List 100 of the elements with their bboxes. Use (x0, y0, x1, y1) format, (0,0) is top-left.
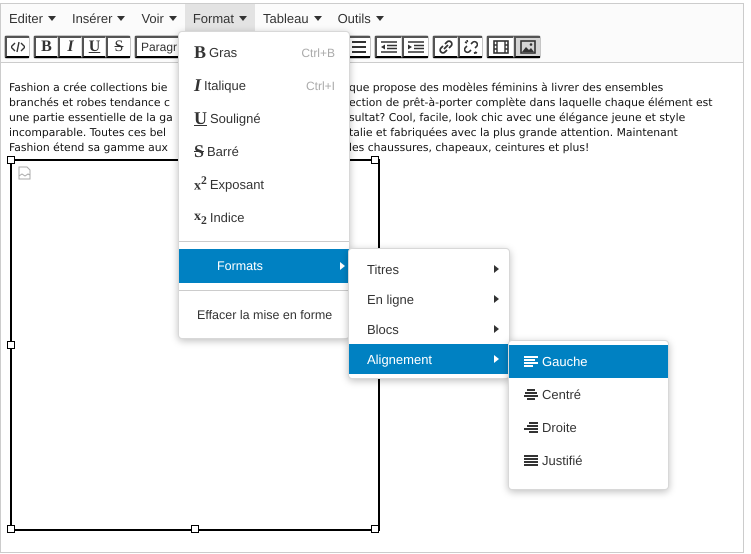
menu-item[interactable]: Alignement (349, 344, 509, 374)
resize-handle[interactable] (371, 525, 379, 533)
text-fragment: les chaussures, chapeaux, ceintures et plus! (349, 140, 590, 155)
format-button[interactable]: I (58, 36, 82, 58)
text-fragment: que propose des modèles féminins à livrer des ensembles (349, 80, 664, 95)
format-icon: x$_{2}$ (194, 208, 207, 226)
menu-label: Exposant (210, 177, 266, 192)
menu-item[interactable]: x$_{2}$ Indice (179, 201, 349, 234)
align-right-icon (524, 422, 538, 434)
menu-item[interactable]: Justifié (509, 444, 668, 477)
menu-item[interactable]: Centré (509, 378, 668, 411)
menu-label: En ligne (367, 292, 415, 306)
submenu-arrow-icon (494, 355, 499, 363)
format-icon: U (194, 108, 207, 129)
menu-label: Effacer la mise en forme (197, 308, 334, 322)
menu-label: Italique (204, 78, 247, 93)
menu-item[interactable]: I Italique Ctrl+I (179, 69, 349, 102)
align-justify-icon (524, 454, 538, 466)
image-button[interactable] (514, 36, 540, 58)
unlink-button[interactable] (458, 36, 482, 58)
menu-label: Alignement (367, 352, 434, 366)
format-icon: I (194, 75, 202, 96)
resize-handle[interactable] (371, 156, 379, 164)
format-icon: B (194, 42, 206, 63)
film-button[interactable] (487, 36, 514, 58)
submenu-arrow-icon (494, 265, 499, 273)
caret-icon (48, 16, 56, 21)
image-icon (520, 40, 536, 54)
menu-item[interactable]: Outils (330, 4, 392, 33)
menu-item[interactable]: Effacer la mise en forme (179, 298, 349, 332)
menu-item[interactable]: Voir (133, 4, 185, 33)
caret-icon (239, 16, 248, 21)
menu-label: Titres (367, 262, 400, 276)
text-fragment: branchés et robes tendance c (9, 95, 170, 110)
broken-image-icon (18, 166, 31, 180)
menu-item[interactable]: Blocs (349, 314, 509, 344)
menu-item[interactable]: Droite (509, 411, 668, 444)
menu-item[interactable]: x$^{2}$ Exposant (179, 168, 349, 201)
menu-item[interactable]: Insérer (64, 4, 134, 33)
menu-label: Tableau (263, 11, 309, 26)
menu-item[interactable]: Editer (1, 4, 64, 33)
menu-label: Blocs (367, 322, 400, 336)
menu-label: Souligné (210, 111, 262, 126)
resize-handle[interactable] (7, 156, 15, 164)
text-fragment: Fashion a crée collections bie (9, 80, 168, 95)
menu-label: Voir (141, 11, 164, 26)
link-button[interactable] (433, 36, 458, 58)
menu-item[interactable]: En ligne (349, 284, 509, 314)
menu-label: Gras (209, 45, 238, 60)
format-button[interactable]: U (82, 36, 106, 58)
text-fragment: talie et fabriquées avec la plus grande attention. Maintenant (349, 125, 679, 140)
format-button[interactable]: S (106, 36, 130, 58)
film-icon (493, 40, 509, 54)
resize-handle[interactable] (191, 525, 199, 533)
align-center-icon (524, 388, 538, 400)
outdent-button[interactable] (375, 36, 402, 58)
menu-label: Format (192, 11, 234, 26)
menu-item[interactable]: Format (184, 4, 256, 33)
link-icon (439, 40, 453, 54)
format-button[interactable]: B (34, 36, 58, 58)
text-fragment: ection de prêt-à-porter complète dans laquelle chaque élément est (349, 95, 714, 110)
submenu-arrow-icon (340, 262, 345, 270)
align-left-icon (524, 356, 538, 368)
code-button[interactable] (5, 36, 29, 58)
text-fragment: incomparable. Toutes ces bel (9, 125, 166, 140)
format-icon: S (194, 141, 204, 162)
submenu-arrow-icon (494, 325, 499, 333)
indent-button[interactable] (402, 36, 428, 58)
menu-label: Editer (9, 11, 43, 26)
text-fragment: Fashion étend sa gamme aux (9, 140, 168, 155)
caret-icon (314, 16, 322, 21)
menu-item[interactable]: Tableau (255, 4, 330, 33)
menu-item[interactable]: Titres (349, 254, 509, 284)
menu-item[interactable]: S Barré (179, 135, 349, 168)
outdent-icon (381, 41, 397, 53)
submenu-arrow-icon (494, 295, 499, 303)
resize-handle[interactable] (7, 341, 15, 349)
menu-label: Formats (216, 259, 264, 273)
menu-label: Gauche (542, 354, 589, 369)
menu-item[interactable]: U Souligné (179, 102, 349, 135)
menu-item[interactable]: Gauche (509, 345, 668, 378)
caret-icon (117, 16, 126, 21)
menu-item[interactable]: Formats (179, 249, 349, 283)
text-fragment: sultat? Cool, facile, look chic avec une élégance jeune et style (349, 110, 686, 125)
menu-label: Insérer (72, 11, 112, 26)
code-icon (11, 41, 25, 53)
caret-icon (376, 16, 384, 21)
format-icon: x$^{2}$ (194, 174, 207, 195)
menu-label: Justifié (542, 453, 584, 468)
caret-icon (168, 16, 177, 21)
shortcut-label: Ctrl+I (306, 78, 335, 92)
list-icon (352, 41, 366, 53)
menu-label: Barré (207, 144, 240, 159)
menu-label: Outils (338, 11, 371, 26)
text-fragment: une partie essentielle de la ga (9, 110, 173, 125)
shortcut-label: Ctrl+B (301, 46, 335, 60)
unlink-icon (464, 40, 478, 54)
resize-handle[interactable] (7, 525, 15, 533)
menu-item[interactable]: B Gras Ctrl+B (179, 36, 349, 69)
menu-label: Droite (542, 420, 578, 435)
